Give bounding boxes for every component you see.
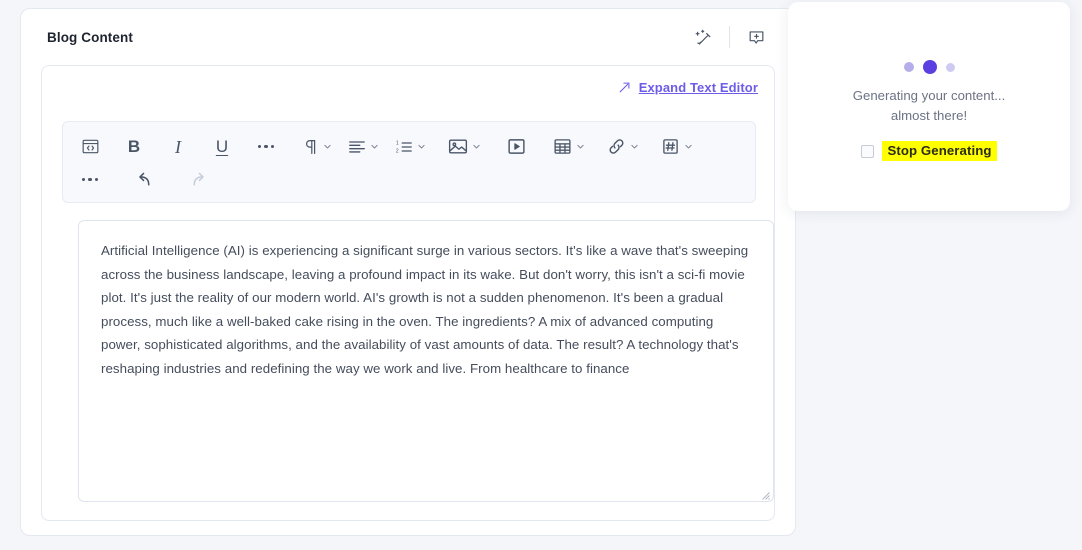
italic-icon[interactable]: I (161, 132, 195, 162)
image-icon[interactable] (444, 132, 483, 162)
page-title: Blog Content (47, 29, 133, 45)
toolbar-row-2 (73, 163, 745, 196)
magic-wand-icon[interactable] (686, 22, 720, 52)
bold-icon[interactable]: B (117, 132, 151, 162)
expand-arrow-icon[interactable] (617, 80, 632, 95)
header-divider (729, 26, 730, 48)
loading-dot-1 (903, 62, 914, 72)
blog-content-card: Blog Content Expand Text Editor B I U 1 … (20, 8, 796, 536)
align-icon[interactable] (344, 132, 381, 162)
link-icon[interactable] (603, 132, 641, 162)
chevron-down-icon (684, 142, 693, 151)
numbered-list-icon[interactable]: 1 2 (391, 132, 428, 162)
underline-icon[interactable]: U (205, 132, 239, 162)
more-formats-icon[interactable] (249, 132, 283, 162)
status-line-secondary: almost there! (890, 108, 968, 123)
generating-popup: Generating your content... almost there!… (788, 2, 1070, 211)
undo-icon[interactable] (127, 165, 161, 195)
header-actions (686, 22, 773, 52)
paragraph-style-icon[interactable] (299, 132, 334, 162)
status-line-primary: Generating your content... (852, 88, 1006, 103)
video-icon[interactable] (499, 132, 533, 162)
loading-dots-icon (903, 60, 955, 74)
stop-generating-button[interactable]: Stop Generating (882, 141, 997, 161)
resize-handle[interactable] (759, 487, 770, 500)
chevron-down-icon (472, 142, 481, 151)
chevron-down-icon (417, 142, 426, 151)
card-header: Blog Content (21, 9, 795, 65)
redo-icon[interactable] (181, 165, 215, 195)
chevron-down-icon (576, 142, 585, 151)
loading-dot-2 (922, 60, 937, 74)
add-comment-icon[interactable] (739, 22, 773, 52)
more-tools-icon[interactable] (73, 165, 107, 195)
expand-text-editor-row: Expand Text Editor (42, 66, 774, 95)
hashtag-icon[interactable] (657, 132, 695, 162)
toolbar-row-1: B I U 1 2 (73, 130, 745, 163)
chevron-down-icon (323, 142, 332, 151)
loading-dot-3 (945, 62, 955, 72)
chevron-down-icon (630, 142, 639, 151)
table-icon[interactable] (549, 132, 587, 162)
app-root: Blog Content Expand Text Editor B I U 1 … (0, 0, 1082, 550)
editor-panel: Expand Text Editor B I U 1 2 Artificial … (41, 65, 775, 521)
svg-text:1: 1 (396, 140, 399, 146)
code-block-icon[interactable] (73, 132, 107, 162)
stop-generating-row: Stop Generating (861, 141, 997, 161)
blog-content-text: Artificial Intelligence (AI) is experien… (101, 243, 753, 376)
stop-generating-checkbox[interactable] (861, 144, 875, 158)
svg-text:2: 2 (396, 148, 399, 154)
chevron-down-icon (370, 142, 379, 151)
editor-toolbar: B I U 1 2 (62, 121, 756, 203)
blog-content-textarea[interactable]: Artificial Intelligence (AI) is experien… (78, 220, 774, 502)
expand-text-editor-link[interactable]: Expand Text Editor (639, 80, 758, 95)
